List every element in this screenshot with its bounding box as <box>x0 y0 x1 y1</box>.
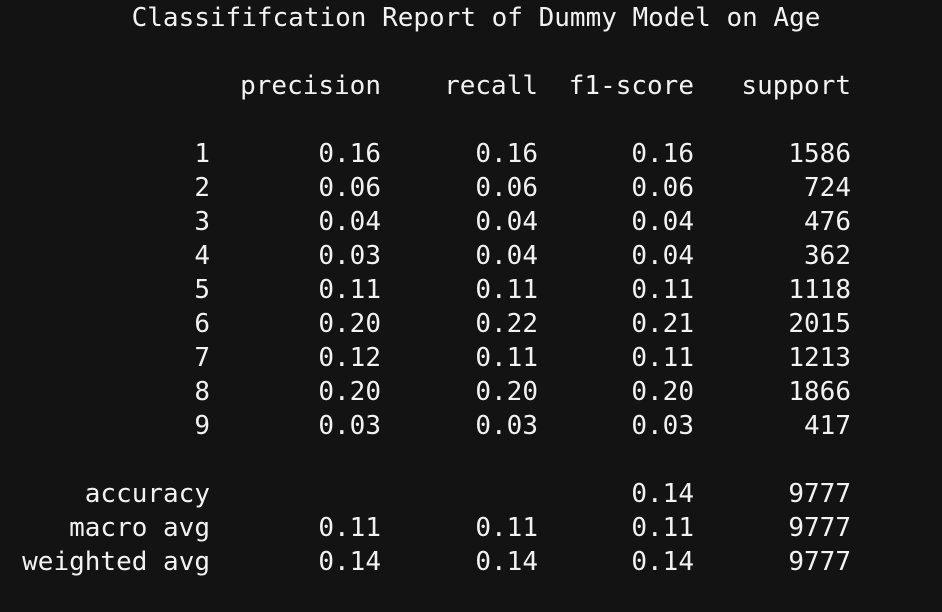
column-header-support: support <box>741 71 851 101</box>
f1-score-value: 0.14 <box>631 479 694 509</box>
row-label: weighted avg <box>22 547 210 577</box>
support-value: 1866 <box>788 377 851 407</box>
precision-value: 0.14 <box>318 547 381 577</box>
row-label: 1 <box>194 139 210 169</box>
precision-value: 0.11 <box>318 513 381 543</box>
f1-score-value: 0.03 <box>631 411 694 441</box>
summary-row-weighted-avg: weighted avg 0.14 0.14 0.14 9777 <box>0 545 942 579</box>
table-row: 6 0.20 0.22 0.21 2015 <box>0 307 942 341</box>
table-row: 3 0.04 0.04 0.04 476 <box>0 205 942 239</box>
classification-report: precision recall f1-score support 1 0.16… <box>0 0 942 612</box>
support-value: 724 <box>804 173 851 203</box>
table-row: 7 0.12 0.11 0.11 1213 <box>0 341 942 375</box>
support-value: 476 <box>804 207 851 237</box>
column-header-recall: recall <box>444 71 538 101</box>
precision-value: 0.11 <box>318 275 381 305</box>
column-header-precision: precision <box>240 71 381 101</box>
recall-value: 0.04 <box>475 207 538 237</box>
row-label: 3 <box>194 207 210 237</box>
recall-value: 0.22 <box>475 309 538 339</box>
f1-score-value: 0.11 <box>631 343 694 373</box>
support-value: 9777 <box>788 479 851 509</box>
column-header-f1-score: f1-score <box>568 71 694 101</box>
recall-value: 0.11 <box>475 513 538 543</box>
row-label: 8 <box>194 377 210 407</box>
support-value: 2015 <box>788 309 851 339</box>
row-label: accuracy <box>84 479 210 509</box>
table-row: 8 0.20 0.20 0.20 1866 <box>0 375 942 409</box>
f1-score-value: 0.04 <box>631 241 694 271</box>
support-value: 9777 <box>788 547 851 577</box>
f1-score-value: 0.06 <box>631 173 694 203</box>
table-row: 1 0.16 0.16 0.16 1586 <box>0 137 942 171</box>
support-value: 1213 <box>788 343 851 373</box>
recall-value: 0.11 <box>475 275 538 305</box>
precision-value: 0.16 <box>318 139 381 169</box>
f1-score-value: 0.21 <box>631 309 694 339</box>
row-label: 9 <box>194 411 210 441</box>
f1-score-value: 0.16 <box>631 139 694 169</box>
row-label: macro avg <box>69 513 210 543</box>
precision-value: 0.03 <box>318 411 381 441</box>
recall-value: 0.06 <box>475 173 538 203</box>
support-value: 417 <box>804 411 851 441</box>
table-row: 5 0.11 0.11 0.11 1118 <box>0 273 942 307</box>
row-label: 5 <box>194 275 210 305</box>
support-value: 9777 <box>788 513 851 543</box>
recall-value: 0.11 <box>475 343 538 373</box>
f1-score-value: 0.04 <box>631 207 694 237</box>
f1-score-value: 0.11 <box>631 513 694 543</box>
precision-value: 0.12 <box>318 343 381 373</box>
header-row: precision recall f1-score support <box>0 69 942 103</box>
f1-score-value: 0.11 <box>631 275 694 305</box>
row-label: 4 <box>194 241 210 271</box>
row-label: 6 <box>194 309 210 339</box>
row-label: 7 <box>194 343 210 373</box>
support-value: 1118 <box>788 275 851 305</box>
precision-value: 0.06 <box>318 173 381 203</box>
recall-value: 0.16 <box>475 139 538 169</box>
row-label: 2 <box>194 173 210 203</box>
summary-row-macro-avg: macro avg 0.11 0.11 0.11 9777 <box>0 511 942 545</box>
table-row: 4 0.03 0.04 0.04 362 <box>0 239 942 273</box>
summary-row-accuracy: accuracy 0.14 9777 <box>0 477 942 511</box>
precision-value: 0.04 <box>318 207 381 237</box>
recall-value: 0.20 <box>475 377 538 407</box>
precision-value: 0.03 <box>318 241 381 271</box>
table-row: 2 0.06 0.06 0.06 724 <box>0 171 942 205</box>
precision-value: 0.20 <box>318 309 381 339</box>
recall-value: 0.14 <box>475 547 538 577</box>
support-value: 1586 <box>788 139 851 169</box>
f1-score-value: 0.14 <box>631 547 694 577</box>
precision-value: 0.20 <box>318 377 381 407</box>
table-row: 9 0.03 0.03 0.03 417 <box>0 409 942 443</box>
support-value: 362 <box>804 241 851 271</box>
f1-score-value: 0.20 <box>631 377 694 407</box>
recall-value: 0.03 <box>475 411 538 441</box>
recall-value: 0.04 <box>475 241 538 271</box>
